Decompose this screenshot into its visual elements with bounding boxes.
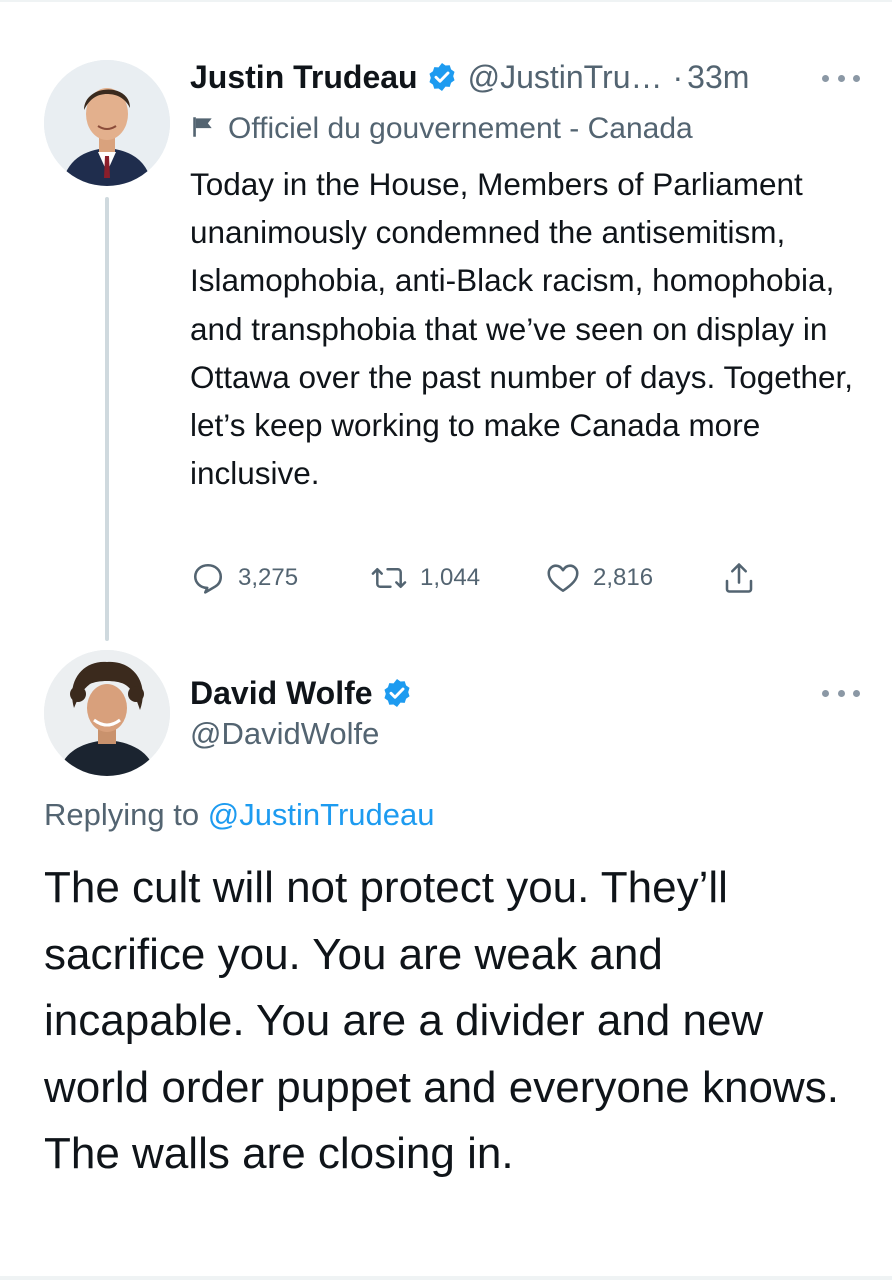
top-divider [0, 0, 892, 2]
avatar[interactable] [44, 650, 170, 776]
reply-author-handle[interactable]: @DavidWolfe [190, 716, 379, 752]
verified-badge-icon [381, 677, 413, 709]
reply-action[interactable]: 3,275 [190, 560, 370, 596]
separator-dot: · [672, 58, 684, 95]
author-name[interactable]: Justin Trudeau [190, 59, 418, 96]
thread-connector-line [105, 197, 109, 641]
replying-to: Replying to @JustinTrudeau [44, 797, 434, 833]
avatar[interactable] [44, 60, 170, 186]
more-options-icon[interactable] [822, 73, 860, 83]
tweet-actions: 3,275 1,044 2,816 [190, 556, 757, 600]
like-action[interactable]: 2,816 [545, 560, 721, 596]
government-label-text: Officiel du gouvernement - Canada [228, 112, 693, 145]
share-icon [721, 560, 757, 596]
tweet-header: Justin Trudeau @JustinTru… · 33m [190, 52, 749, 102]
reply-author-name[interactable]: David Wolfe [190, 675, 373, 712]
tweet-text: Today in the House, Members of Parliamen… [190, 166, 854, 492]
retweet-count: 1,044 [420, 564, 481, 591]
retweet-action[interactable]: 1,044 [370, 560, 545, 596]
avatar-image [44, 60, 170, 186]
author-handle[interactable]: @JustinTru… [468, 59, 663, 96]
avatar-image [44, 650, 170, 776]
reply-count: 3,275 [238, 564, 299, 591]
retweet-icon [370, 560, 408, 596]
reply-author-row: David Wolfe [190, 668, 413, 718]
tweet-timestamp[interactable]: 33m [687, 59, 749, 96]
share-action[interactable] [721, 560, 757, 596]
government-label: Officiel du gouvernement - Canada [190, 106, 693, 152]
more-options-icon[interactable] [822, 688, 860, 698]
replying-to-label: Replying to [44, 797, 200, 832]
verified-badge-icon [426, 61, 458, 93]
replying-to-mention[interactable]: @JustinTrudeau [208, 797, 435, 832]
like-count: 2,816 [593, 564, 654, 591]
bottom-divider [0, 1276, 892, 1280]
heart-icon [545, 560, 581, 596]
reply-text: The cult will not protect you. They’ll s… [44, 863, 839, 1178]
reply-icon [190, 560, 226, 596]
flag-icon [190, 114, 216, 145]
